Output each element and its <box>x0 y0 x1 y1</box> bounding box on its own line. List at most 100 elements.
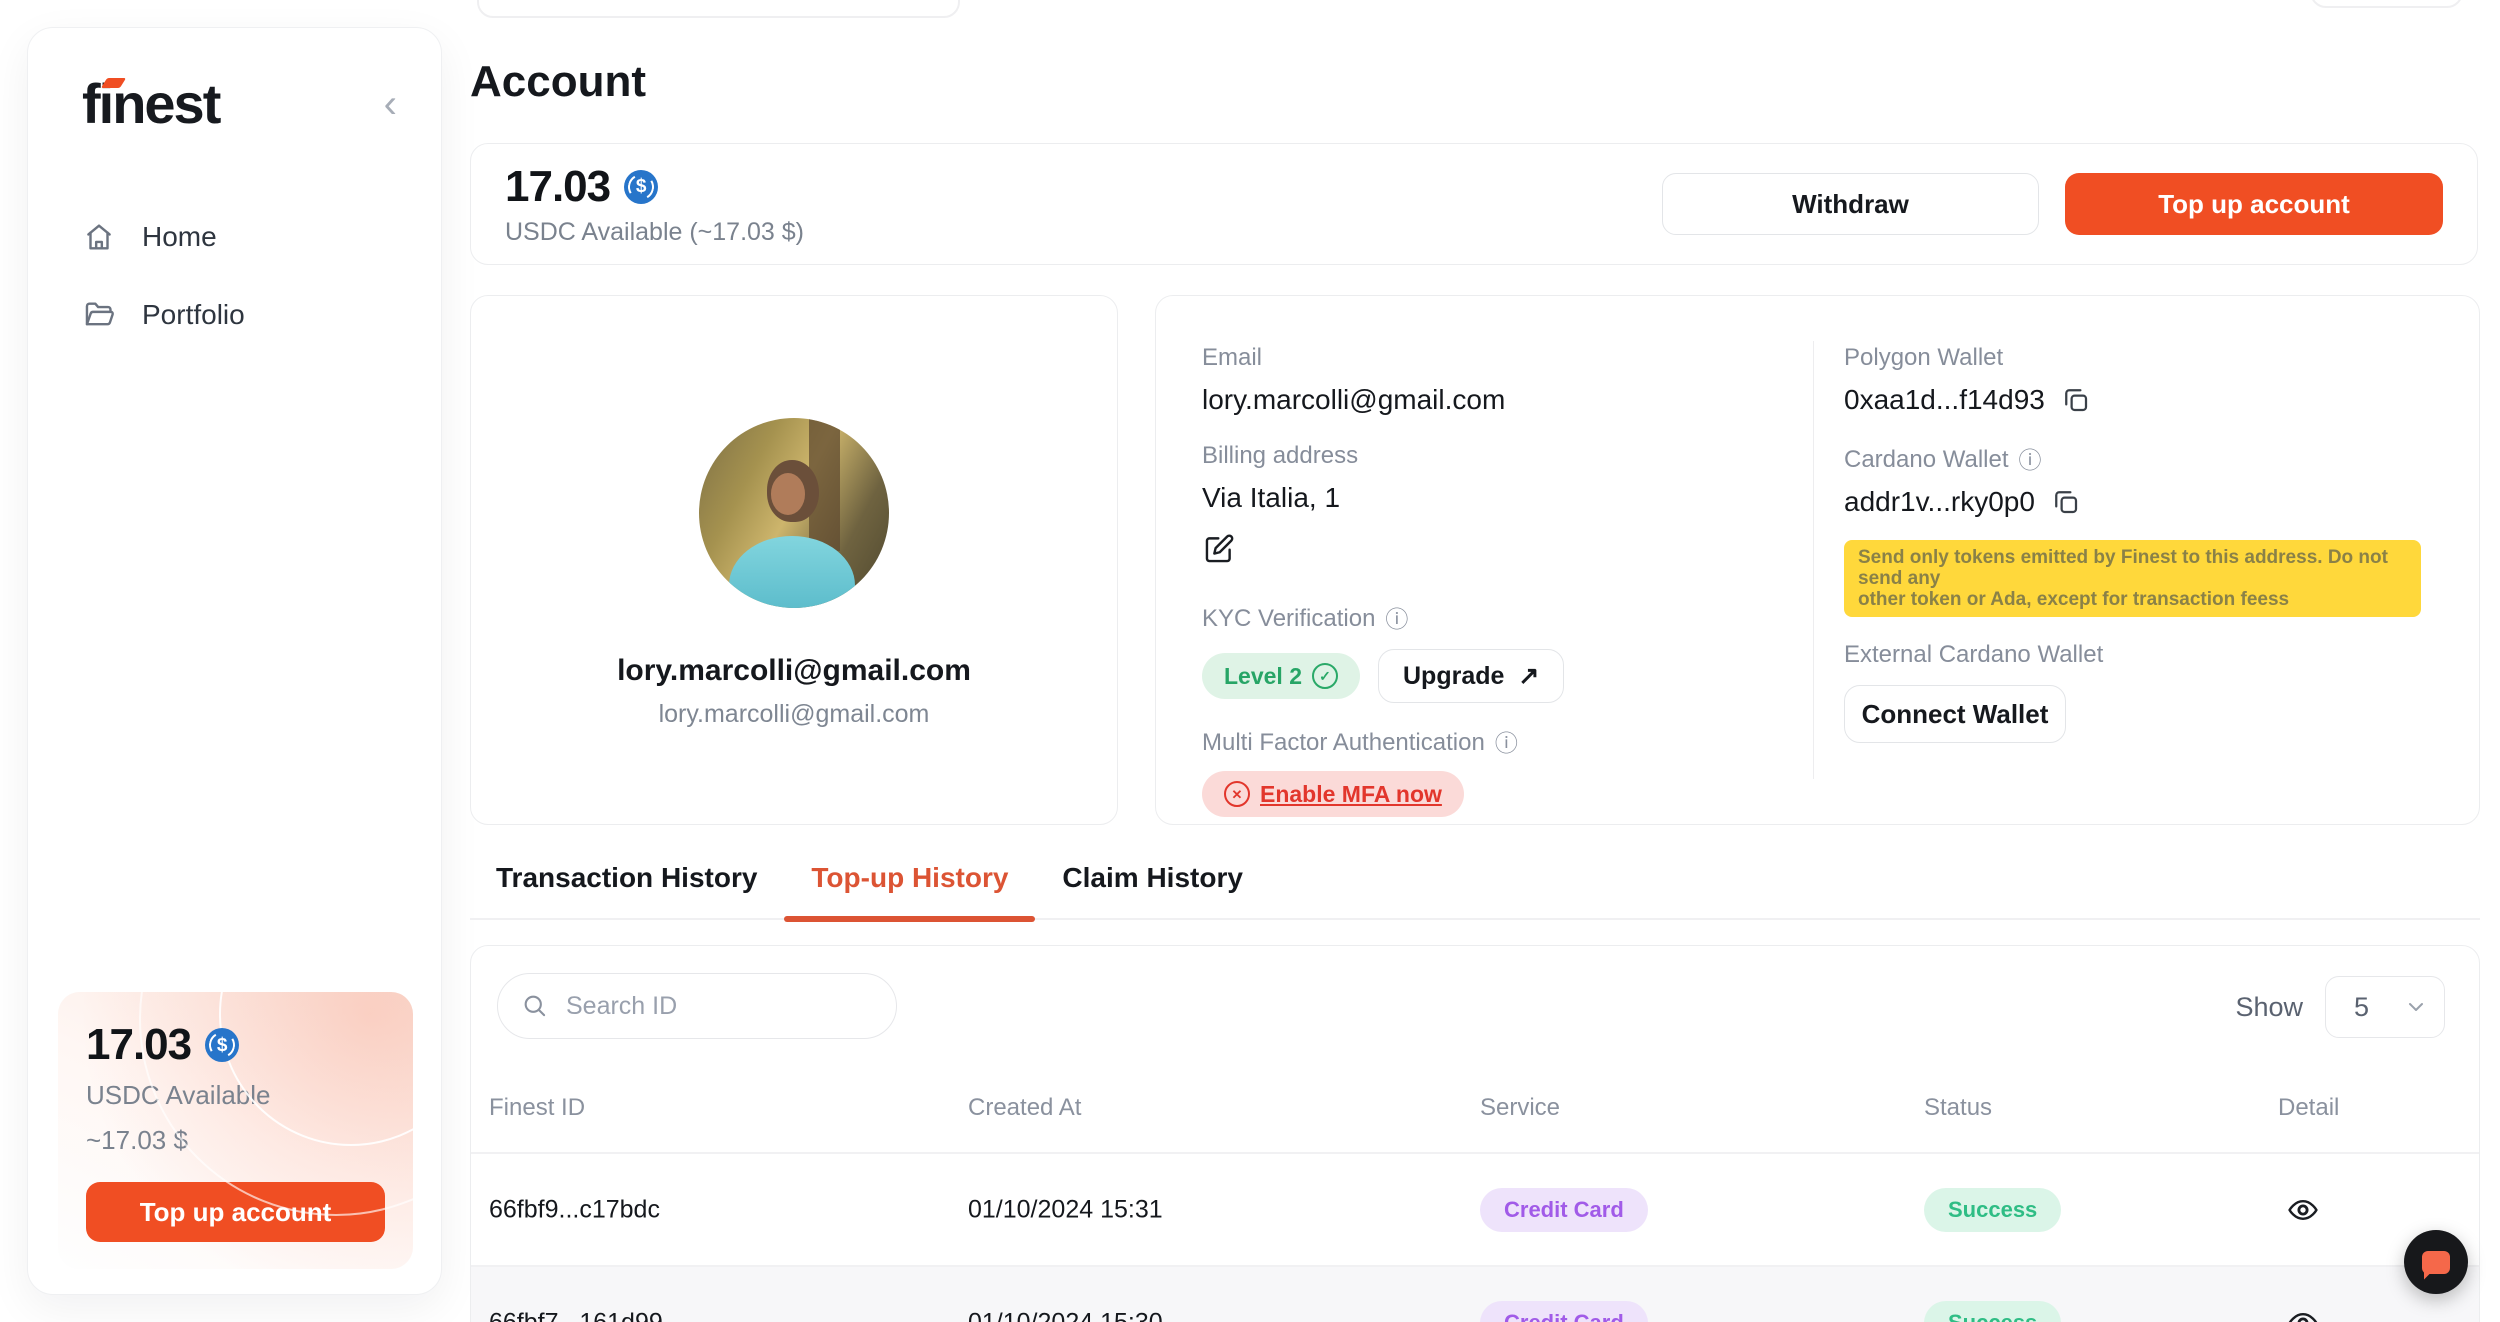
profile-name: lory.marcolli@gmail.com <box>471 654 1117 688</box>
email-label: Email <box>1202 344 1564 372</box>
info-icon[interactable]: ⓘ <box>2019 449 2042 472</box>
cutoff-card-top-right <box>2310 0 2463 8</box>
account-page: finest ‹ Home Portfolio <box>0 0 2500 1322</box>
sidebar-nav: Home Portfolio <box>28 198 441 354</box>
sidebar: finest ‹ Home Portfolio <box>27 27 442 1295</box>
cutoff-card-top-left <box>477 0 960 18</box>
avatar <box>699 418 889 608</box>
table-header-row: Finest ID Created At Service Status Deta… <box>471 1094 2479 1124</box>
view-detail-button[interactable] <box>2286 1193 2320 1227</box>
polygon-wallet-label: Polygon Wallet <box>1844 344 2444 372</box>
enable-mfa-link[interactable]: ✕ Enable MFA now <box>1202 771 1464 817</box>
tab-topup-history[interactable]: Top-up History <box>811 862 1008 894</box>
account-details-right-column: Polygon Wallet 0xaa1d...f14d93 Cardano W… <box>1844 344 2444 743</box>
finest-logo: finest <box>82 76 219 132</box>
kyc-level-badge: Level 2 ✓ <box>1202 653 1360 699</box>
sidebar-wallet-card: 17.03 $ USDC Available ~17.03 $ Top up a… <box>58 992 413 1269</box>
cell-status: Success <box>1924 1188 2061 1232</box>
home-icon <box>82 220 116 254</box>
cell-finest-id: 66fbf9...c17bdc <box>489 1196 660 1225</box>
history-tabs: Transaction History Top-up History Claim… <box>470 862 2480 920</box>
email-value: lory.marcolli@gmail.com <box>1202 384 1564 416</box>
copy-cardano-address-button[interactable] <box>2051 487 2081 517</box>
cardano-warning-banner: Send only tokens emitted by Finest to th… <box>1844 540 2421 617</box>
billing-label: Billing address <box>1202 442 1564 470</box>
billing-value: Via Italia, 1 <box>1202 482 1564 514</box>
view-detail-button[interactable] <box>2286 1306 2320 1322</box>
kyc-label-row: KYC Verification ⓘ <box>1202 605 1564 633</box>
chat-widget-button[interactable] <box>2404 1230 2468 1294</box>
usdc-coin-icon: $ <box>205 1028 239 1062</box>
x-circle-icon: ✕ <box>1224 781 1250 807</box>
external-wallet-label: External Cardano Wallet <box>1844 641 2444 669</box>
copy-icon <box>2051 487 2081 517</box>
sidebar-item-portfolio[interactable]: Portfolio <box>28 276 441 354</box>
cardano-wallet-address: addr1v...rky0p0 <box>1844 486 2035 518</box>
account-details-left-column: Email lory.marcolli@gmail.com Billing ad… <box>1202 344 1564 817</box>
copy-icon <box>2061 385 2091 415</box>
topup-history-card: Show 5 Finest ID Created At Service Stat… <box>470 945 2480 1322</box>
search-icon <box>521 992 549 1020</box>
page-size-select[interactable]: 5 <box>2325 976 2445 1038</box>
status-badge: Success <box>1924 1301 2061 1322</box>
table-row: 66fbf9...c17bdc 01/10/2024 15:31 Credit … <box>471 1154 2479 1266</box>
cell-service: Credit Card <box>1480 1188 1648 1232</box>
cell-created-at: 01/10/2024 15:31 <box>968 1196 1163 1225</box>
sidebar-item-home[interactable]: Home <box>28 198 441 276</box>
info-icon[interactable]: ⓘ <box>1495 732 1518 755</box>
withdraw-button[interactable]: Withdraw <box>1662 173 2039 235</box>
balance-card: 17.03 $ USDC Available (~17.03 $) Withdr… <box>470 143 2478 265</box>
column-header-created-at: Created At <box>968 1094 1081 1122</box>
sidebar-balance-fiat: ~17.03 $ <box>86 1125 385 1156</box>
polygon-wallet-address: 0xaa1d...f14d93 <box>1844 384 2045 416</box>
sidebar-item-label: Portfolio <box>142 299 245 331</box>
copy-polygon-address-button[interactable] <box>2061 385 2091 415</box>
tab-claim-history[interactable]: Claim History <box>1062 862 1243 894</box>
chevron-left-icon: ‹ <box>384 82 397 126</box>
balance-info: 17.03 $ USDC Available (~17.03 $) <box>505 162 804 247</box>
warning-text-line1: Send only tokens emitted by Finest to th… <box>1858 547 2407 589</box>
cell-finest-id: 66fbf7...161d99 <box>489 1309 663 1322</box>
profile-email: lory.marcolli@gmail.com <box>471 700 1117 729</box>
sidebar-collapse-button[interactable]: ‹ <box>378 84 403 124</box>
search-input[interactable] <box>497 973 897 1039</box>
kyc-upgrade-button[interactable]: Upgrade ↗ <box>1378 649 1564 703</box>
column-header-finest-id: Finest ID <box>489 1094 585 1122</box>
sidebar-topup-button[interactable]: Top up account <box>86 1182 385 1242</box>
balance-subtitle: USDC Available (~17.03 $) <box>505 218 804 247</box>
edit-icon <box>1202 532 1236 566</box>
cell-created-at: 01/10/2024 15:30 <box>968 1309 1163 1322</box>
account-details-card: Email lory.marcolli@gmail.com Billing ad… <box>1155 295 2480 825</box>
balance-amount: 17.03 <box>505 162 610 212</box>
cell-service: Credit Card <box>1480 1301 1648 1322</box>
tab-transaction-history[interactable]: Transaction History <box>496 862 757 894</box>
chat-bubble-icon <box>2422 1251 2450 1274</box>
sidebar-balance-label: USDC Available <box>86 1080 385 1111</box>
status-badge: Success <box>1924 1188 2061 1232</box>
cell-status: Success <box>1924 1301 2061 1322</box>
profile-card: lory.marcolli@gmail.com lory.marcolli@gm… <box>470 295 1118 825</box>
edit-billing-button[interactable] <box>1202 532 1238 571</box>
usdc-coin-icon: $ <box>624 170 658 204</box>
check-circle-icon: ✓ <box>1312 663 1338 689</box>
sidebar-balance-amount: 17.03 <box>86 1020 191 1070</box>
mfa-label-row: Multi Factor Authentication ⓘ <box>1202 729 1564 757</box>
page-size-value: 5 <box>2354 992 2369 1023</box>
column-header-detail: Detail <box>2278 1094 2339 1122</box>
warning-text-line2: other token or Ada, except for transacti… <box>1858 589 2407 610</box>
eye-icon <box>2286 1306 2320 1322</box>
topup-account-button[interactable]: Top up account <box>2065 173 2443 235</box>
sidebar-item-label: Home <box>142 221 217 253</box>
connect-wallet-button[interactable]: Connect Wallet <box>1844 685 2066 743</box>
column-header-status: Status <box>1924 1094 1992 1122</box>
cardano-wallet-label-row: Cardano Wallet ⓘ <box>1844 446 2444 474</box>
vertical-divider <box>1813 341 1814 779</box>
service-badge: Credit Card <box>1480 1301 1648 1322</box>
info-icon[interactable]: ⓘ <box>1385 608 1408 631</box>
arrow-up-right-icon: ↗ <box>1518 661 1539 691</box>
logo-text: finest <box>82 72 219 135</box>
chevron-down-icon <box>2404 995 2428 1019</box>
page-title: Account <box>470 57 646 107</box>
eye-icon <box>2286 1193 2320 1227</box>
show-label: Show <box>2235 992 2303 1023</box>
